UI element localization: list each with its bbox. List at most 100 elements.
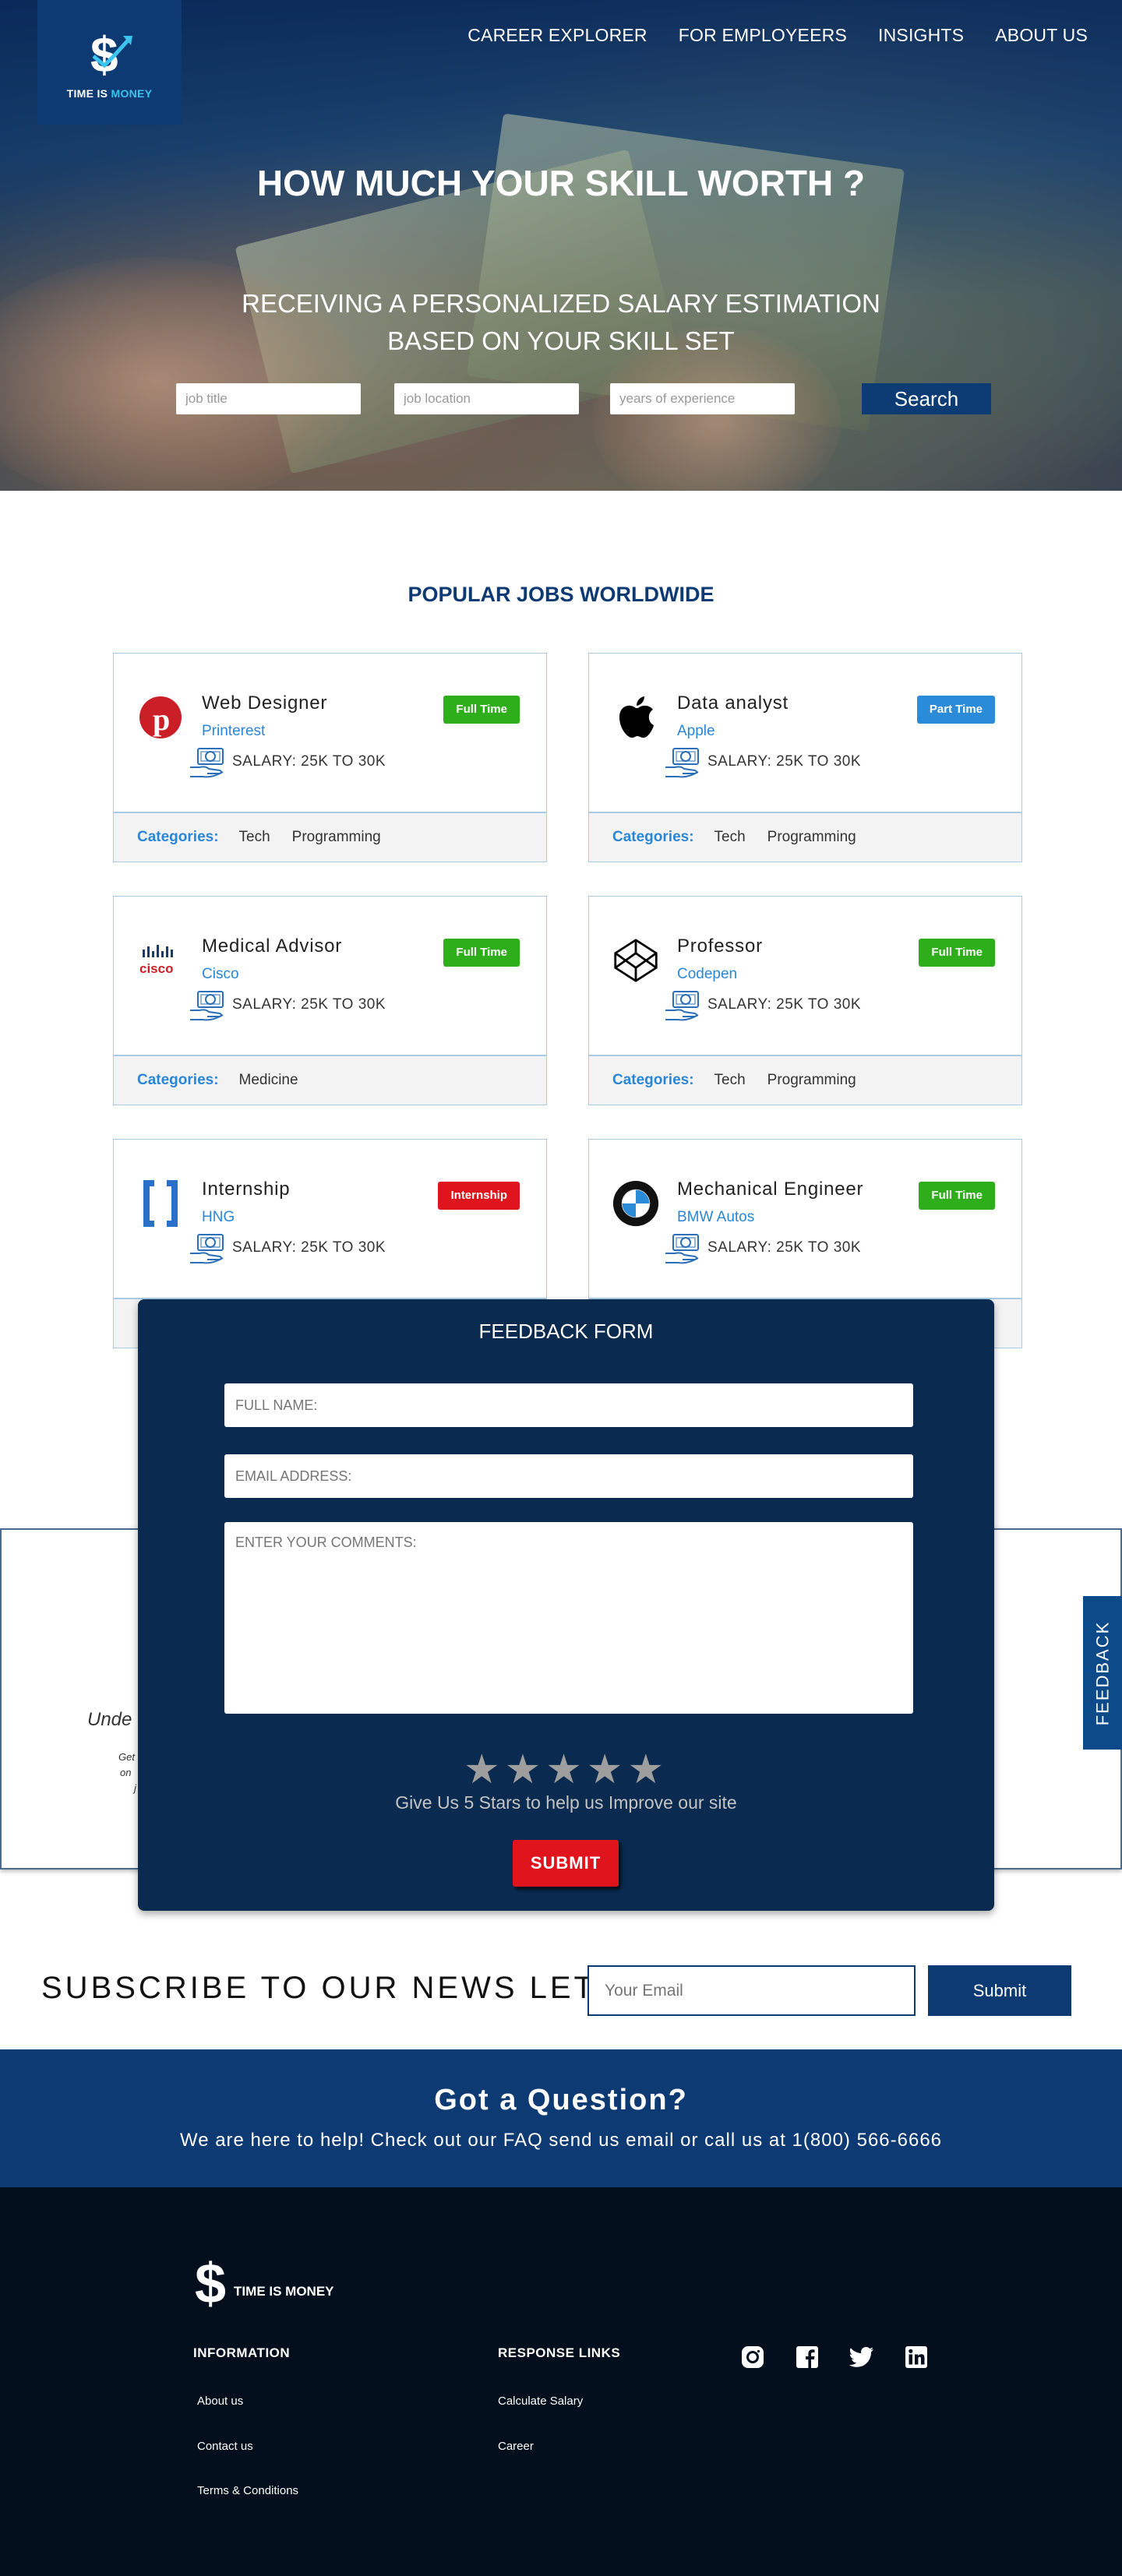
question-title: Got a Question? <box>434 2084 688 2116</box>
footer-link-career[interactable]: Career <box>498 2440 534 2453</box>
svg-text:p: p <box>153 702 170 737</box>
job-salary: SALARY: 25K TO 30K <box>232 1239 386 1256</box>
linkedin-icon[interactable] <box>902 2343 930 2371</box>
nav-about-us[interactable]: ABOUT US <box>995 25 1088 46</box>
comments-textarea[interactable] <box>224 1522 913 1714</box>
category-tag[interactable]: Tech <box>239 829 270 846</box>
question-banner: Got a Question? We are here to help! Che… <box>0 2049 1122 2187</box>
job-categories: Categories: Tech Programming <box>589 812 1021 862</box>
money-hand-icon <box>664 745 701 780</box>
category-tag[interactable]: Medicine <box>239 1072 298 1089</box>
newsletter-email-input[interactable] <box>587 1965 916 2016</box>
job-card[interactable]: Professor Codepen Full Time SALARY: 25K … <box>588 896 1022 1105</box>
email-address-input[interactable] <box>224 1454 913 1498</box>
instagram-icon[interactable] <box>739 2343 767 2371</box>
logo-text: TIME IS MONEY <box>66 87 153 100</box>
search-button[interactable]: Search <box>862 383 991 414</box>
site-logo[interactable]: $ TIME IS MONEY <box>37 0 182 125</box>
job-salary: SALARY: 25K TO 30K <box>707 996 862 1013</box>
codepen-icon <box>612 937 659 984</box>
job-company[interactable]: Codepen <box>677 966 737 983</box>
popular-jobs-title: POPULAR JOBS WORLDWIDE <box>408 583 714 606</box>
job-company[interactable]: Cisco <box>202 966 239 983</box>
money-hand-icon <box>664 988 701 1023</box>
skill-heading-left: Unde <box>87 1709 132 1730</box>
footer-logo-text: TIME IS MONEY <box>234 2284 334 2299</box>
footer-link-contact[interactable]: Contact us <box>197 2440 253 2453</box>
star-icon[interactable]: ★ <box>464 1746 505 1793</box>
job-company[interactable]: BMW Autos <box>677 1209 754 1226</box>
bmw-icon <box>612 1180 659 1227</box>
star-icon[interactable]: ★ <box>505 1746 546 1793</box>
category-tag[interactable]: Programming <box>767 829 856 846</box>
information-heading: INFORMATION <box>193 2345 291 2360</box>
money-hand-icon <box>189 745 226 780</box>
job-salary: SALARY: 25K TO 30K <box>707 1239 862 1256</box>
star-icon[interactable]: ★ <box>627 1746 669 1793</box>
svg-text:cisco: cisco <box>139 961 173 976</box>
nav-for-employeers[interactable]: FOR EMPLOYEERS <box>679 25 847 46</box>
hero-title: HOW MUCH YOUR SKILL WORTH ? <box>256 163 866 203</box>
job-categories: Categories: Tech Programming <box>114 812 546 862</box>
rating-caption: Give Us 5 Stars to help us Improve our s… <box>395 1792 737 1813</box>
star-icon[interactable]: ★ <box>545 1746 587 1793</box>
facebook-icon[interactable] <box>793 2343 821 2371</box>
feedback-title: FEEDBACK FORM <box>478 1320 654 1343</box>
job-company[interactable]: Printerest <box>202 723 265 740</box>
footer-logo[interactable]: $ TIME IS MONEY <box>195 2256 334 2312</box>
job-title: Internship <box>202 1179 291 1200</box>
job-type-badge: Full Time <box>919 1182 995 1210</box>
job-type-badge: Internship <box>438 1182 520 1210</box>
job-categories: Categories: Medicine <box>114 1055 546 1105</box>
star-rating: ★★★★★ <box>138 1746 994 1793</box>
job-title: Medical Advisor <box>202 936 343 957</box>
feedback-submit-button[interactable]: SUBMIT <box>513 1840 619 1887</box>
cisco-icon: cisco <box>137 937 184 984</box>
twitter-icon[interactable] <box>848 2343 876 2371</box>
skill-text: Get <box>118 1751 135 1763</box>
job-categories: Categories: Tech Programming <box>589 1055 1021 1105</box>
money-hand-icon <box>664 1232 701 1266</box>
job-card[interactable]: p Web Designer Printerest Full Time SALA… <box>113 653 547 862</box>
feedback-tab-label: FEEDBACK <box>1092 1620 1112 1725</box>
job-company[interactable]: Apple <box>677 723 715 740</box>
main-nav: CAREER EXPLORER FOR EMPLOYEERS INSIGHTS … <box>468 25 1088 46</box>
footer-link-about[interactable]: About us <box>197 2395 243 2408</box>
full-name-input[interactable] <box>224 1383 913 1427</box>
job-company[interactable]: HNG <box>202 1209 235 1226</box>
categories-label: Categories: <box>137 829 219 845</box>
feedback-tab[interactable]: FEEDBACK <box>1083 1596 1122 1750</box>
question-subtitle: We are here to help! Check out our FAQ s… <box>179 2130 943 2151</box>
star-icon[interactable]: ★ <box>587 1746 628 1793</box>
job-title: Mechanical Engineer <box>677 1179 864 1200</box>
footer-link-terms[interactable]: Terms & Conditions <box>197 2484 298 2497</box>
hero-subtitle-line: BASED ON YOUR SKILL SET <box>387 326 735 355</box>
job-type-badge: Part Time <box>916 696 995 724</box>
nav-career-explorer[interactable]: CAREER EXPLORER <box>468 25 647 46</box>
job-card[interactable]: cisco Medical Advisor Cisco Full Time SA… <box>113 896 547 1105</box>
category-tag[interactable]: Tech <box>714 1072 746 1089</box>
feedback-form: FEEDBACK FORM ★★★★★ Give Us 5 Stars to h… <box>138 1299 994 1911</box>
category-tag[interactable]: Programming <box>767 1072 856 1089</box>
job-card[interactable]: Data analyst Apple Part Time SALARY: 25K… <box>588 653 1022 862</box>
newsletter-submit-button[interactable]: Submit <box>928 1965 1071 2016</box>
hero-subtitle-line: RECEIVING A PERSONALIZED SALARY ESTIMATI… <box>242 289 880 318</box>
nav-insights[interactable]: INSIGHTS <box>878 25 964 46</box>
newsletter-title: SUBSCRIBE TO OUR NEWS LETTER <box>41 1971 668 2005</box>
job-salary: SALARY: 25K TO 30K <box>232 753 386 770</box>
skill-text: on <box>120 1767 132 1778</box>
job-title-input[interactable] <box>176 383 361 414</box>
experience-input[interactable] <box>610 383 795 414</box>
categories-label: Categories: <box>612 829 694 845</box>
job-type-badge: Full Time <box>919 939 995 967</box>
job-location-input[interactable] <box>394 383 579 414</box>
categories-label: Categories: <box>137 1072 219 1088</box>
pinterest-icon: p <box>137 694 184 741</box>
apple-icon <box>612 694 659 741</box>
footer-link-calculate-salary[interactable]: Calculate Salary <box>498 2395 583 2408</box>
hero-subtitle: RECEIVING A PERSONALIZED SALARY ESTIMATI… <box>0 285 1122 360</box>
money-hand-icon <box>189 988 226 1023</box>
hng-icon <box>137 1180 184 1227</box>
category-tag[interactable]: Tech <box>714 829 746 846</box>
category-tag[interactable]: Programming <box>292 829 381 846</box>
